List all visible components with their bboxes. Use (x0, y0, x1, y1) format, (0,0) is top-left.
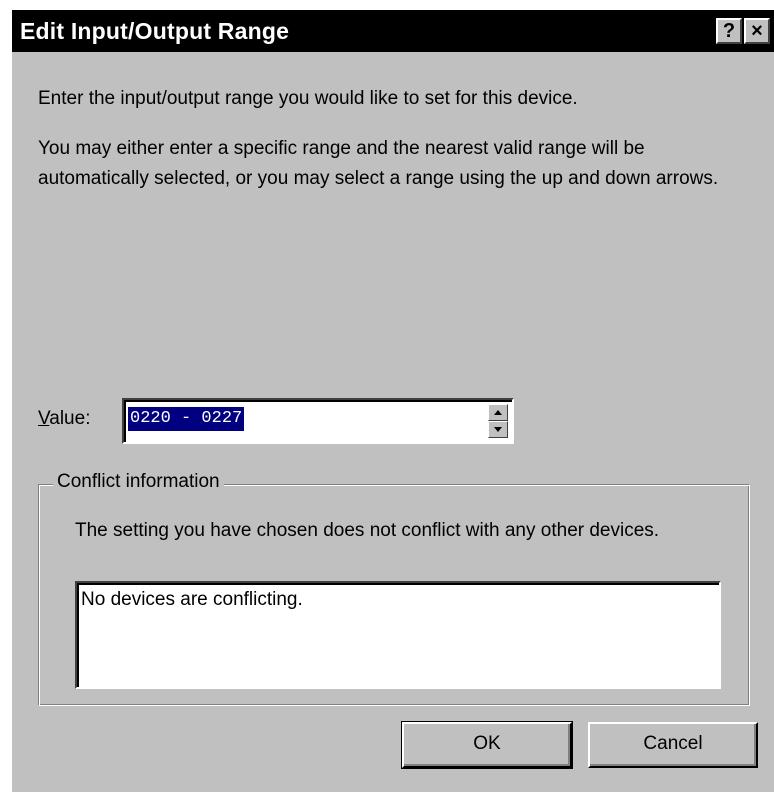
instruction-detail-text: You may either enter a specific range an… (38, 138, 719, 189)
arrow-down-icon (494, 427, 502, 432)
conflict-info-group: Conflict information The setting you hav… (38, 471, 750, 706)
cancel-button[interactable]: Cancel (588, 722, 758, 768)
conflict-info-legend: Conflict information (53, 471, 224, 493)
window-title: Edit Input/Output Range (20, 18, 290, 44)
edit-io-range-dialog: Edit Input/Output Range ? × Enter the in… (12, 10, 774, 792)
arrow-up-icon (494, 410, 502, 415)
value-label: Value: (38, 408, 90, 430)
value-label-accelerator: V (38, 408, 50, 429)
help-button[interactable]: ? (716, 18, 742, 44)
value-spinner[interactable] (488, 404, 508, 438)
instruction-text: Enter the input/output range you would l… (38, 88, 578, 109)
spin-down-button[interactable] (488, 421, 508, 438)
title-bar[interactable]: Edit Input/Output Range ? × (12, 10, 774, 52)
spin-up-button[interactable] (488, 404, 508, 421)
close-icon: × (751, 20, 763, 42)
conflict-description: The setting you have chosen does not con… (75, 520, 660, 541)
conflicting-devices-text: No devices are conflicting. (81, 589, 303, 610)
close-button[interactable]: × (744, 18, 770, 44)
value-label-text: alue: (49, 408, 91, 429)
value-input-text[interactable]: 0220 - 0227 (128, 407, 245, 431)
help-icon: ? (722, 20, 736, 42)
conflicting-devices-list[interactable]: No devices are conflicting. (75, 581, 721, 689)
value-spin-input[interactable]: 0220 - 0227 (122, 398, 514, 444)
ok-button[interactable]: OK (401, 721, 573, 769)
